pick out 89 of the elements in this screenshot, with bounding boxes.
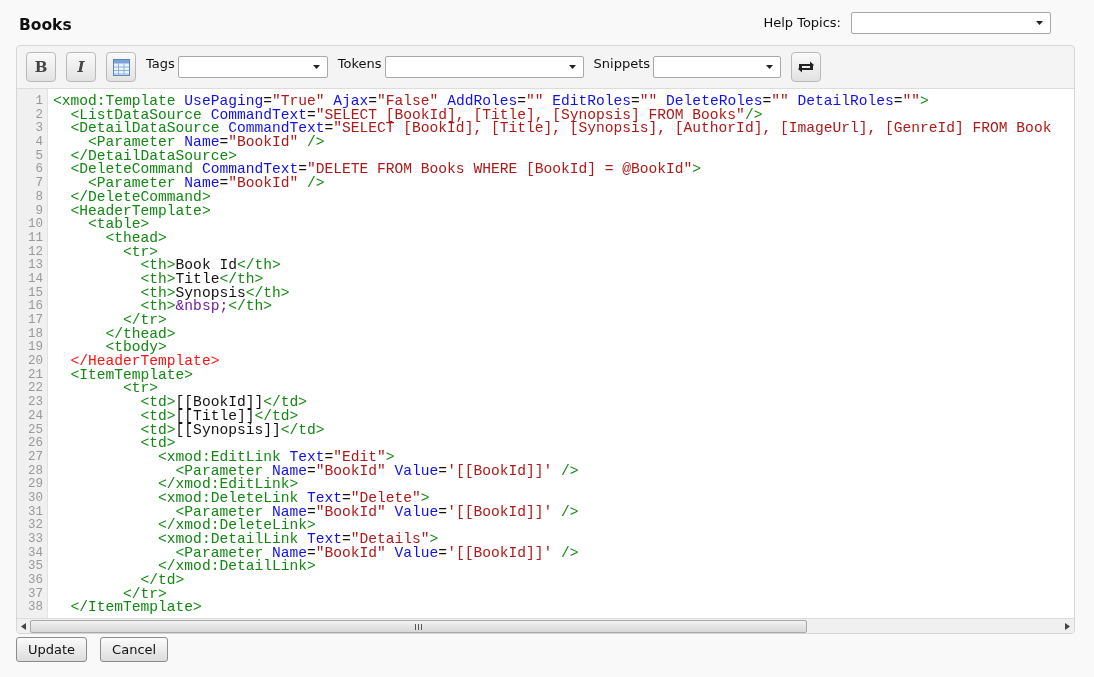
line-number: 26	[27, 437, 43, 451]
code-line: <xmod:DetailLink Text="Details">	[157, 533, 439, 547]
line-number: 31	[27, 505, 43, 519]
line-number: 32	[27, 519, 43, 533]
code-line: </td>	[140, 574, 185, 588]
action-button[interactable]: Cancel	[100, 637, 169, 662]
code-line: <tr>	[122, 245, 159, 260]
code-line: </ItemTemplate>	[69, 601, 202, 616]
line-number: 19	[27, 341, 43, 355]
code-line: <xmod:Template UsePaging="True" Ajax="False" AddRoles="" EditRoles="" DeleteRoles="" DetailRoles="">	[53, 95, 929, 109]
code-line: </xmod:DeleteLink>	[157, 519, 316, 533]
dropdown-label: Tags	[146, 55, 175, 71]
code-line: </xmod:EditLink>	[157, 478, 299, 492]
code-editor[interactable]	[17, 89, 1074, 618]
dropdown-field[interactable]	[384, 56, 584, 78]
dropdown-label: Tokens	[337, 55, 382, 71]
line-number: 25	[27, 423, 43, 437]
grip-icon	[415, 623, 422, 630]
line-number: 35	[27, 560, 43, 574]
line-number: 23	[27, 396, 43, 410]
line-number: 11	[27, 231, 43, 246]
code-line: </tr>	[123, 314, 167, 328]
code-line: <td>[[BookId]]</td>	[139, 396, 307, 410]
swap-button[interactable]	[791, 52, 822, 82]
dropdown-field[interactable]	[851, 11, 1051, 34]
line-number: 16	[27, 300, 43, 314]
line-number: 36	[27, 574, 43, 588]
line-number: 21	[27, 368, 43, 382]
code-line: <Parameter Name="BookId" />	[88, 177, 325, 191]
dropdown-arrow-icon	[312, 65, 320, 69]
line-number: 2	[34, 108, 43, 122]
code-line: <td>[[Title]]</td>	[139, 409, 299, 424]
line-number: 12	[27, 245, 43, 259]
bold-button[interactable]: B	[26, 52, 56, 82]
dropdown-field[interactable]	[653, 56, 782, 78]
line-number: 27	[27, 450, 43, 465]
code-line: <xmod:EditLink Text="Edit">	[157, 450, 395, 465]
line-number: 20	[27, 355, 43, 369]
italic-button[interactable]: I	[66, 52, 96, 82]
line-number: 10	[27, 218, 43, 232]
code-line: <th>&nbsp;</th>	[140, 300, 272, 314]
line-number: 9	[34, 204, 43, 218]
line-number: 24	[27, 409, 43, 424]
horizontal-scrollbar[interactable]	[17, 618, 1074, 633]
line-number: 15	[27, 286, 43, 300]
scroll-left-arrow-icon[interactable]	[21, 623, 26, 630]
line-number: 34	[27, 546, 43, 560]
code-line: <HeaderTemplate>	[69, 204, 211, 219]
dropdown-arrow-icon	[766, 65, 774, 69]
page-title: Books	[19, 15, 73, 34]
line-number: 5	[34, 149, 43, 163]
line-number: 38	[27, 601, 43, 616]
code-line: <th>Book Id</th>	[139, 259, 281, 273]
line-number: 6	[34, 163, 43, 177]
dropdown-label: Snippets	[593, 55, 651, 71]
code-line: <thead>	[104, 231, 167, 246]
line-number: 18	[27, 327, 43, 341]
code-line: <td>	[139, 437, 176, 451]
line-number: 33	[27, 533, 43, 547]
dropdown-arrow-icon	[1036, 20, 1043, 25]
line-number: 29	[27, 478, 43, 492]
line-number: 22	[27, 382, 43, 396]
line-number: 1	[34, 95, 43, 109]
line-number: 37	[27, 587, 43, 601]
code-line: <Parameter Name="BookId" />	[88, 136, 325, 150]
help-topics-label: Help Topics:	[763, 15, 841, 30]
table-button[interactable]	[106, 52, 136, 82]
code-line: </HeaderTemplate>	[69, 355, 220, 369]
line-number: 14	[27, 272, 43, 287]
code-line: <th>Title</th>	[139, 272, 264, 287]
line-number: 17	[27, 314, 43, 328]
line-number: 30	[27, 491, 43, 506]
swap-arrows-icon	[797, 60, 816, 74]
line-number: 3	[34, 122, 43, 136]
line-number: 28	[27, 464, 43, 478]
scroll-right-arrow-icon[interactable]	[1065, 623, 1070, 630]
dropdown-field[interactable]	[177, 56, 328, 78]
table-icon	[112, 58, 130, 76]
code-line: <tr>	[123, 382, 159, 397]
action-button[interactable]: Update	[16, 637, 88, 662]
code-line: <ItemTemplate>	[69, 368, 194, 383]
line-number: 8	[34, 190, 43, 205]
line-number: 7	[34, 177, 43, 191]
code-line: <table>	[88, 218, 150, 232]
dropdown-arrow-icon	[568, 65, 576, 69]
code-line: </DeleteCommand>	[69, 190, 211, 205]
line-number: 4	[34, 136, 43, 150]
line-number: 13	[27, 259, 43, 273]
code-line: <xmod:DeleteLink Text="Delete">	[157, 491, 430, 506]
